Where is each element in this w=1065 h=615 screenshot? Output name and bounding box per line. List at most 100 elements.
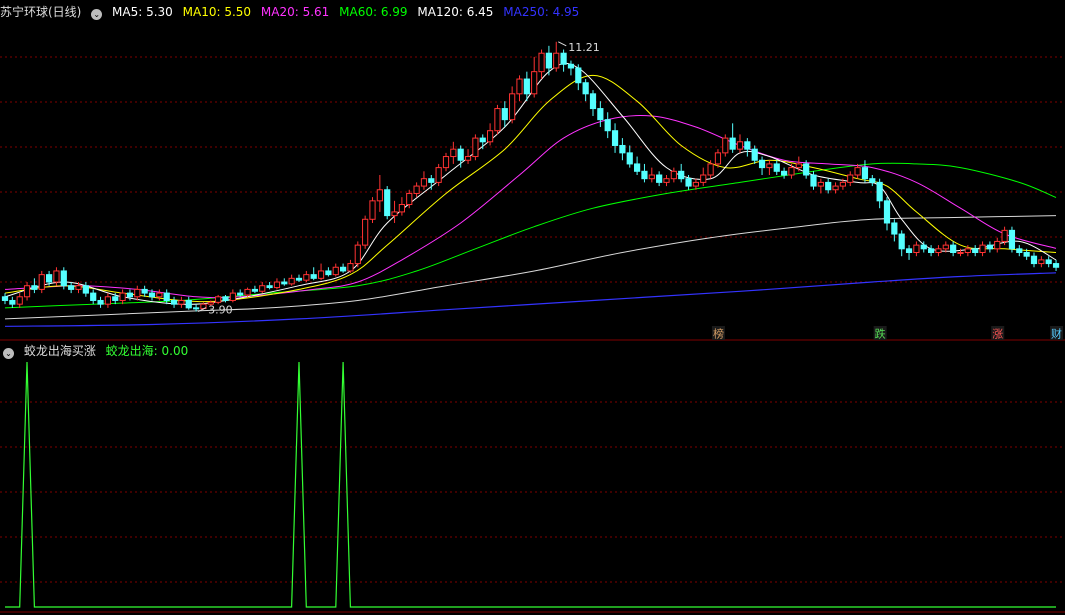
candle: [398, 197, 405, 216]
candle-body: [531, 71, 538, 95]
candle-body: [31, 285, 38, 290]
candle-body: [582, 82, 589, 95]
candle-body: [839, 181, 846, 187]
candle-body: [134, 288, 141, 298]
candle-body: [589, 93, 597, 110]
candle-body: [817, 181, 824, 187]
candle: [332, 263, 339, 277]
candle: [883, 197, 891, 231]
candle-body: [428, 178, 435, 183]
candle: [1016, 245, 1023, 257]
candle-body: [891, 222, 898, 235]
candle-body: [398, 204, 405, 213]
candle: [531, 56, 538, 98]
candle: [251, 285, 259, 294]
candle-body: [472, 137, 479, 158]
candle-body: [104, 296, 112, 305]
candle-body: [604, 119, 611, 132]
candle-body: [68, 285, 75, 290]
candle-body: [332, 266, 339, 276]
candle: [384, 186, 391, 220]
candle-body: [722, 137, 729, 154]
candle: [751, 145, 758, 164]
event-tag: 涨: [992, 328, 1003, 341]
ma20-label: MA20: 5.61: [260, 5, 330, 19]
candle-body: [773, 163, 780, 172]
candle-body: [611, 130, 619, 146]
candle-body: [957, 252, 964, 254]
candle: [611, 123, 619, 153]
candle: [163, 289, 170, 305]
candle: [494, 104, 501, 135]
candle: [119, 289, 126, 305]
ma20-line: [4, 115, 1057, 299]
candle-body: [119, 292, 126, 301]
candle: [90, 289, 97, 305]
chart-canvas: 11.21 3.90 榜 跌 涨 财: [0, 41, 1065, 613]
candle: [472, 134, 479, 161]
candle-body: [369, 200, 376, 220]
candle-body: [861, 167, 869, 180]
indicator-collapse-icon[interactable]: ⌄: [3, 348, 14, 359]
candle: [567, 60, 575, 76]
candle: [23, 282, 31, 301]
candle: [597, 101, 604, 128]
candle: [994, 237, 1001, 253]
candle-body: [420, 178, 428, 187]
chart-window: 11.21 3.90 榜 跌 涨 财 苏宁环球(日线) ⌄ MA5: 5.30 MA10:…: [0, 0, 1065, 615]
candle: [487, 123, 494, 146]
candle-body: [847, 174, 854, 183]
candle: [913, 241, 920, 257]
candle: [68, 282, 75, 294]
candle: [376, 175, 383, 212]
signal-line: [5, 361, 1056, 608]
candle: [325, 267, 332, 277]
candle: [545, 45, 552, 76]
candle-body: [509, 93, 516, 121]
stock-title: 苏宁环球(日线): [0, 5, 82, 19]
candle: [1030, 252, 1038, 268]
candle: [340, 263, 347, 273]
candle: [9, 296, 16, 308]
candle-body: [685, 178, 692, 187]
candle-body: [883, 200, 891, 224]
ma10-label: MA10: 5.50: [182, 5, 252, 19]
candle: [795, 156, 802, 172]
candle-body: [803, 163, 810, 176]
candle: [178, 296, 185, 308]
candle-body: [854, 167, 861, 176]
candle-body: [9, 299, 16, 305]
candle-body: [1023, 252, 1030, 257]
candle: [626, 145, 633, 168]
candle-body: [523, 78, 530, 95]
candle-body: [1008, 229, 1016, 250]
candle: [905, 245, 913, 260]
candle-body: [942, 244, 949, 250]
candle-body: [406, 192, 413, 206]
candle-body: [325, 270, 332, 276]
candle: [861, 160, 869, 183]
candle-body: [1045, 259, 1052, 265]
candle-body: [560, 52, 567, 65]
candle: [758, 156, 766, 175]
ma60-label: MA60: 6.99: [339, 5, 408, 19]
candle: [707, 160, 714, 179]
candle-body: [692, 181, 699, 187]
candle-body: [700, 174, 707, 183]
candle: [1008, 226, 1016, 253]
candle-body: [714, 152, 722, 165]
candle-body: [222, 296, 229, 301]
candle-body: [729, 137, 736, 150]
candle: [663, 175, 670, 187]
candle: [369, 197, 376, 223]
candle-body: [457, 148, 464, 161]
collapse-icon[interactable]: ⌄: [91, 9, 103, 20]
candle: [362, 215, 369, 249]
candle: [82, 282, 89, 297]
candle-body: [340, 266, 347, 272]
candle: [781, 167, 788, 179]
candle: [354, 241, 361, 268]
candle-body: [810, 174, 817, 187]
price-annotation: 3.90: [208, 304, 233, 317]
candle-body: [163, 292, 170, 301]
